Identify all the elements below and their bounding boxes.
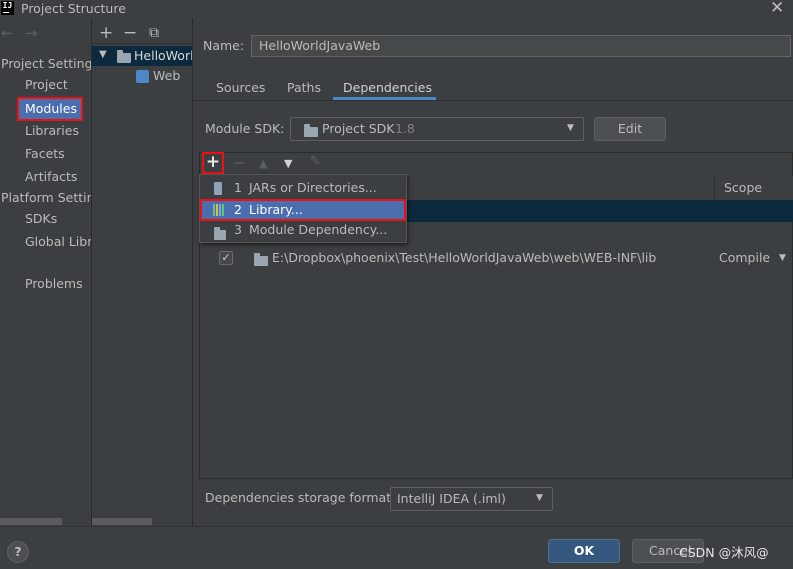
project-settings-header: Project Settings — [1, 56, 91, 71]
module-tree-panel — [92, 18, 192, 526]
move-up-icon[interactable]: ▲ — [259, 157, 267, 170]
divider — [192, 18, 193, 526]
add-module-button[interactable]: + — [99, 25, 113, 42]
storage-format-label: Dependencies storage format: — [205, 490, 396, 505]
web-facet-icon — [136, 70, 149, 83]
ok-button[interactable]: OK — [548, 539, 620, 563]
tab-paths[interactable]: Paths — [287, 78, 321, 98]
back-arrow-icon[interactable]: ← — [1, 24, 14, 42]
tree-item-web[interactable]: Web — [153, 67, 180, 85]
sidebar-item-sdks[interactable]: SDKs — [25, 209, 91, 229]
sdk-folder-icon — [304, 124, 318, 140]
dependency-scope[interactable]: Compile — [719, 248, 770, 268]
move-down-icon[interactable]: ▼ — [284, 157, 292, 170]
menu-item-number: 2 — [234, 202, 242, 217]
menu-item-number: 3 — [234, 222, 242, 237]
library-icon-bar — [222, 204, 224, 216]
divider — [714, 176, 715, 200]
tree-scrollbar[interactable] — [92, 518, 152, 525]
chevron-down-icon[interactable]: ▼ — [779, 253, 786, 263]
storage-format-dropdown[interactable]: IntelliJ IDEA (.iml) ▼ — [390, 487, 553, 511]
menu-item-label: Library... — [249, 202, 303, 217]
tab-sources[interactable]: Sources — [216, 78, 265, 98]
storage-format-value: IntelliJ IDEA (.iml) — [397, 491, 506, 506]
module-name-input[interactable]: HelloWorldJavaWeb — [251, 35, 791, 57]
module-folder-icon — [117, 50, 131, 66]
chevron-down-icon: ▼ — [536, 493, 543, 503]
close-icon[interactable]: ✕ — [770, 0, 784, 18]
menu-item-module-dependency[interactable]: 3 Module Dependency... — [200, 220, 406, 240]
watermark: CSDN @沐风@ — [679, 545, 769, 560]
sidebar-item-artifacts[interactable]: Artifacts — [25, 167, 91, 187]
chevron-down-icon: ▼ — [567, 123, 574, 133]
scope-column-header[interactable]: Scope — [724, 178, 762, 198]
dependency-path[interactable]: E:\Dropbox\phoenix\Test\HelloWorldJavaWe… — [272, 248, 656, 268]
menu-item-label: Module Dependency... — [249, 222, 388, 237]
app-icon-text: IJ — [2, 1, 13, 10]
sidebar-scrollbar[interactable] — [0, 518, 62, 525]
menu-item-number: 1 — [234, 180, 242, 195]
menu-item-library[interactable]: 2 Library... — [200, 199, 406, 221]
copy-icon[interactable]: ⧉ — [149, 25, 159, 42]
jar-icon — [214, 182, 222, 195]
menu-item-jars-or-directories[interactable]: 1 JARs or Directories... — [200, 178, 406, 198]
module-folder-icon — [214, 226, 226, 246]
sidebar-item-project[interactable]: Project — [25, 75, 91, 95]
module-sdk-version: 1.8 — [395, 121, 415, 136]
tree-module-label: HelloWorldJavaWeb — [134, 48, 192, 63]
remove-dependency-button[interactable]: − — [233, 153, 246, 172]
edit-pencil-icon[interactable]: ✎ — [310, 154, 321, 169]
platform-settings-header: Platform Settings — [1, 190, 91, 205]
remove-module-button[interactable]: − — [123, 25, 137, 42]
sidebar-item-problems[interactable]: Problems — [25, 274, 91, 294]
edit-sdk-button[interactable]: Edit — [594, 117, 666, 141]
help-button[interactable]: ? — [7, 541, 29, 563]
divider — [92, 43, 192, 44]
add-dependency-menu: 1 JARs or Directories... 2 Library... 3 … — [199, 174, 407, 243]
chevron-down-icon[interactable]: ▼ — [99, 49, 107, 60]
divider — [193, 100, 793, 101]
intellij-app-icon: IJ — [1, 1, 14, 15]
forward-arrow-icon[interactable]: → — [25, 24, 38, 42]
sidebar-item-modules[interactable]: Modules — [17, 97, 83, 121]
menu-item-label: JARs or Directories... — [249, 180, 377, 195]
dependency-export-checkbox[interactable]: ✓ — [219, 251, 233, 265]
library-icon-bar — [216, 204, 218, 216]
library-icon-bar — [219, 204, 221, 216]
window-title: Project Structure — [21, 1, 126, 16]
library-icon — [213, 204, 215, 216]
sidebar-item-libraries[interactable]: Libraries — [25, 121, 91, 141]
name-label: Name: — [203, 38, 245, 53]
folder-icon — [254, 253, 268, 269]
sidebar-item-facets[interactable]: Facets — [25, 144, 91, 164]
sidebar-item-global-libraries[interactable]: Global Libraries — [25, 232, 91, 252]
module-sdk-label: Module SDK: — [205, 121, 285, 136]
add-dependency-button[interactable]: + — [202, 152, 224, 174]
tab-dependencies[interactable]: Dependencies — [343, 78, 432, 98]
module-sdk-dropdown[interactable]: Project SDK 1.8 ▼ — [290, 117, 584, 141]
sidebar-item-modules-label: Modules — [25, 101, 77, 116]
module-sdk-value: Project SDK — [322, 121, 395, 136]
